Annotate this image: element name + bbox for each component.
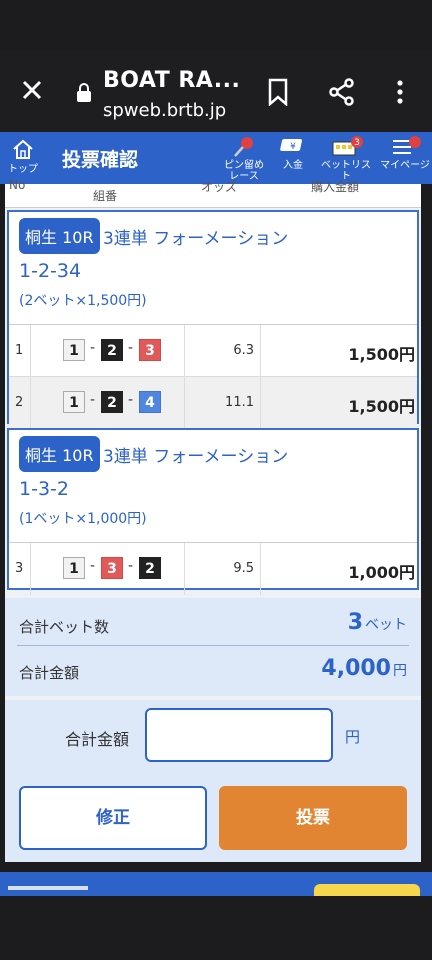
- col-combination: 組番: [93, 189, 118, 203]
- col-amount: 購入金額: [311, 180, 360, 194]
- page-title: 投票確認: [62, 149, 139, 171]
- close-icon[interactable]: [18, 76, 46, 104]
- dash: -: [90, 340, 96, 356]
- combination: 1-3-2: [19, 478, 69, 500]
- pin-race-button[interactable]: ピン留め レース: [218, 136, 270, 182]
- lock-icon: [77, 83, 91, 102]
- deposit-label: 入金: [283, 160, 303, 171]
- dash: -: [128, 558, 134, 574]
- home-button[interactable]: トップ: [4, 138, 42, 175]
- bet-count: (1ベット×1,000円): [19, 511, 147, 527]
- svg-text:3: 3: [354, 138, 360, 148]
- home-label: トップ: [8, 164, 38, 175]
- total-bets-row: 合計ベット数 3 ベット: [17, 602, 409, 646]
- bottom-strip: [0, 872, 432, 896]
- browser-toolbar: BOAT RA... spweb.brtb.jp: [0, 50, 432, 132]
- mypage-label: マイページ: [380, 160, 430, 171]
- boat-1: 1: [63, 557, 85, 579]
- venue-badge: 桐生 10R: [19, 218, 100, 254]
- row-boats: 1 - 2 - 4: [31, 377, 185, 429]
- ticket-header: 桐生 10R 3連単 フォーメーション 1-2-34 (2ベット×1,500円): [9, 212, 417, 325]
- bet-type: 3連単 フォーメーション: [103, 447, 289, 467]
- more-vert-icon[interactable]: [390, 78, 410, 106]
- table-row: 1 1 - 2 - 3 6.3 1,500円: [9, 325, 417, 377]
- boat-2: 2: [101, 391, 123, 413]
- dash: -: [128, 392, 134, 408]
- row-boats: 1 - 3 - 2: [31, 543, 185, 595]
- total-bets-number: 3: [347, 610, 363, 635]
- total-bets-value: 3 ベット: [348, 610, 407, 635]
- column-header: No 組番 オッズ 購入金額: [5, 178, 421, 208]
- dash: -: [90, 392, 96, 408]
- boat-2: 2: [101, 339, 123, 361]
- ticket-header: 桐生 10R 3連単 フォーメーション 1-3-2 (1ベット×1,000円): [9, 430, 417, 543]
- combination: 1-2-34: [19, 260, 82, 282]
- table-row: 2 1 - 2 - 4 11.1 1,500円: [9, 377, 417, 429]
- confirm-panel: 合計金額 円 修正 投票: [5, 700, 421, 862]
- fix-button[interactable]: 修正: [19, 786, 207, 850]
- home-icon: [13, 139, 33, 159]
- total-bets-label: 合計ベット数: [19, 618, 110, 636]
- deposit-button[interactable]: ¥ 入金: [276, 136, 310, 171]
- confirm-yen-unit: 円: [345, 728, 361, 746]
- row-odds: 11.1: [185, 377, 261, 429]
- boat-2: 2: [139, 557, 161, 579]
- row-amount: 1,500円: [348, 397, 415, 416]
- svg-text:¥: ¥: [290, 142, 296, 152]
- confirm-amount-label: 合計金額: [65, 730, 130, 749]
- deposit-icon: ¥: [280, 139, 302, 152]
- boat-3: 3: [101, 557, 123, 579]
- partial-text: [8, 886, 88, 890]
- page: BOAT RA... spweb.brtb.jp トップ 投票確認 ピン留め レ…: [0, 0, 432, 960]
- col-odds: オッズ: [201, 180, 238, 194]
- boat-4: 4: [139, 391, 161, 413]
- boat-1: 1: [63, 339, 85, 361]
- ticket-2: 桐生 10R 3連単 フォーメーション 1-3-2 (1ベット×1,000円) …: [7, 428, 419, 595]
- total-bets-unit: ベット: [365, 617, 407, 633]
- confirm-amount-input[interactable]: [145, 708, 333, 762]
- main-content: No 組番 オッズ 購入金額 桐生 10R 3連単 フォーメーション 1-2-3…: [5, 178, 421, 862]
- table-row: 3 1 - 3 - 2 9.5 1,000円: [9, 543, 417, 595]
- total-amount-value: 4,000 円: [321, 656, 407, 681]
- summary-panel: 合計ベット数 3 ベット 合計金額 4,000 円: [5, 598, 421, 696]
- bet-type: 3連単 フォーメーション: [103, 229, 289, 249]
- share-icon[interactable]: [328, 78, 356, 106]
- bookmark-icon[interactable]: [266, 78, 290, 106]
- total-amount-unit: 円: [393, 663, 407, 679]
- betlist-icon: 3: [332, 136, 363, 156]
- row-odds: 9.5: [185, 543, 261, 595]
- partial-button[interactable]: [314, 884, 420, 896]
- boat-3: 3: [139, 339, 161, 361]
- betlist-button[interactable]: 3 ベットリスト: [318, 136, 374, 182]
- venue-badge: 桐生 10R: [19, 436, 100, 472]
- row-no: 2: [9, 377, 31, 429]
- row-odds: 6.3: [185, 325, 261, 376]
- menu-icon: [393, 136, 421, 154]
- row-amount: 1,500円: [348, 345, 415, 364]
- row-no: 1: [9, 325, 31, 376]
- ticket-1: 桐生 10R 3連単 フォーメーション 1-2-34 (2ベット×1,500円)…: [7, 210, 419, 429]
- pin-icon: [234, 137, 253, 157]
- total-amount-row: 合計金額 4,000 円: [17, 648, 409, 692]
- dash: -: [90, 558, 96, 574]
- col-no: No: [9, 178, 26, 192]
- dash: -: [128, 340, 134, 356]
- row-no: 3: [9, 543, 31, 595]
- total-amount-number: 4,000: [321, 656, 391, 681]
- row-amount: 1,000円: [348, 563, 415, 582]
- browser-title: BOAT RA...: [103, 68, 241, 93]
- total-amount-label: 合計金額: [19, 664, 80, 682]
- vote-button[interactable]: 投票: [219, 786, 407, 850]
- bet-count: (2ベット×1,500円): [19, 293, 147, 309]
- row-boats: 1 - 2 - 3: [31, 325, 185, 376]
- app-header: トップ 投票確認 ピン留め レース ¥ 入金 3 ベットリスト マイページ: [0, 132, 432, 184]
- boat-1: 1: [63, 391, 85, 413]
- mypage-button[interactable]: マイページ: [380, 136, 430, 171]
- browser-url[interactable]: spweb.brtb.jp: [103, 100, 226, 121]
